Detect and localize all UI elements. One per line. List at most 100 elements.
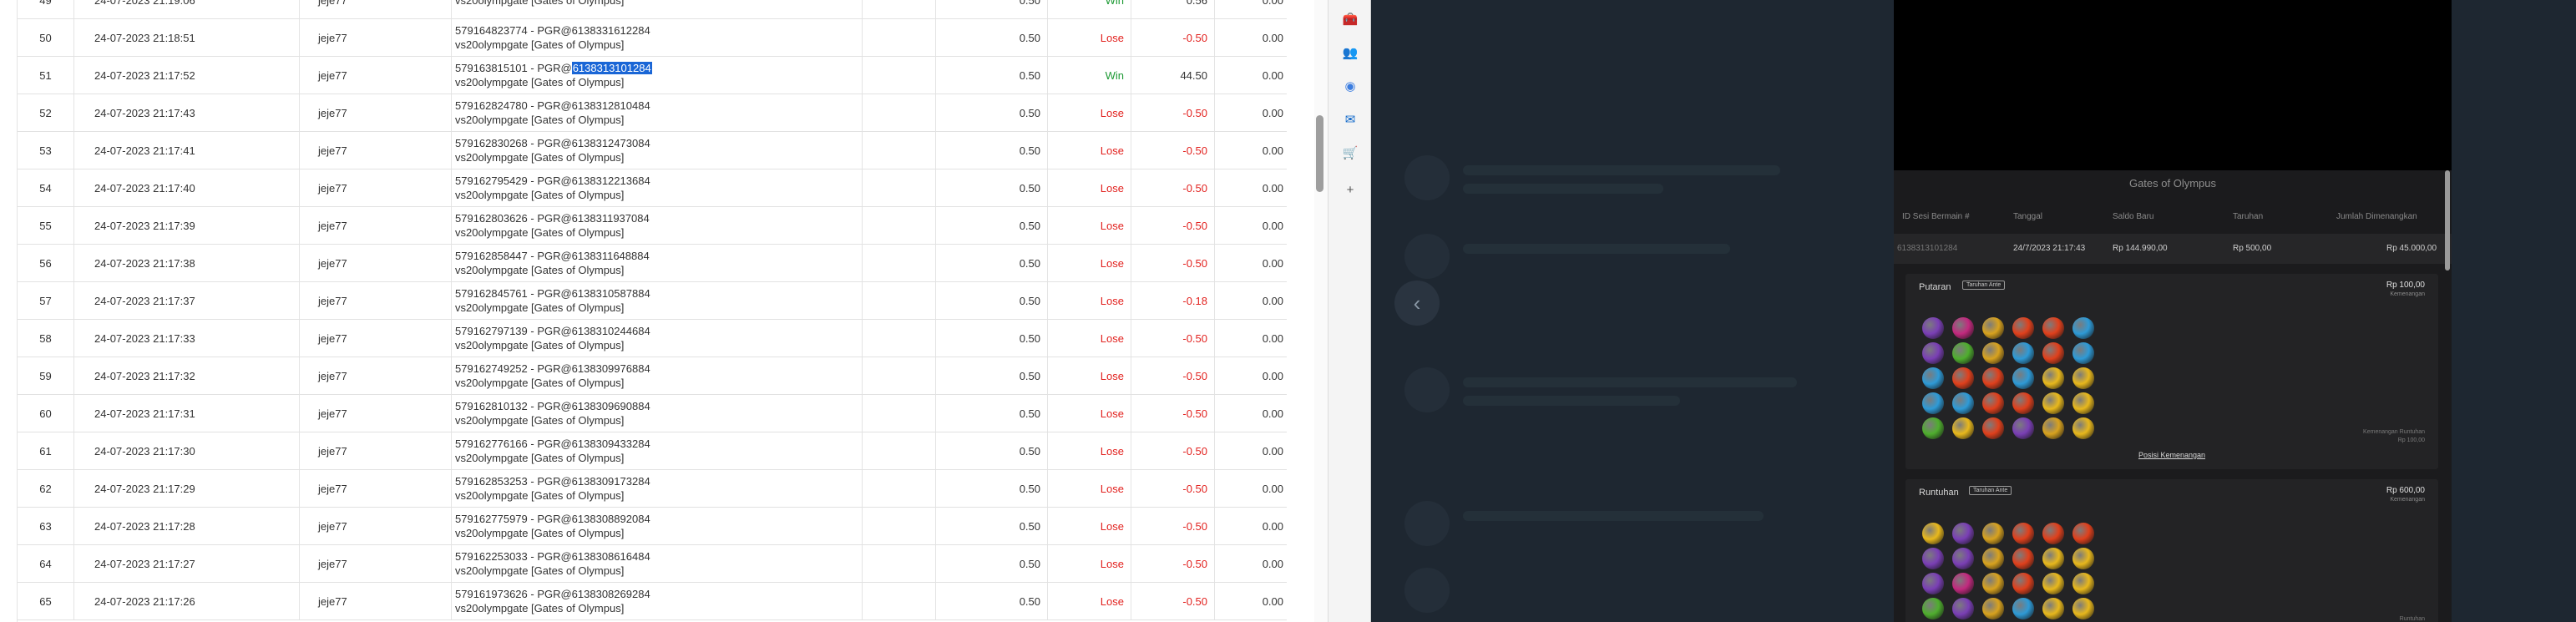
symbol-gem	[2072, 523, 2094, 544]
selected-text[interactable]: 6138313101284	[571, 62, 652, 74]
spin-section: Putaran Taruhan Ante Rp 100,00 Kemenanga…	[1905, 274, 2438, 469]
table-row[interactable]: 56 24-07-2023 21:17:38 jeje77 579162858447 …	[18, 245, 1287, 282]
row-amount: -0.50	[1131, 545, 1215, 582]
row-amount: -0.50	[1131, 207, 1215, 244]
symbol-gem	[1982, 367, 2004, 389]
row-bet: 0.50	[936, 583, 1048, 619]
row-username: jeje77	[300, 395, 452, 432]
row-date: 24-07-2023 21:17:52	[74, 57, 300, 94]
symbol-gem	[1922, 317, 1944, 339]
row-username: jeje77	[300, 545, 452, 582]
browser-sidebar: 🧰 👥 ◉ ✉ 🛒 +	[1328, 0, 1371, 622]
symbol-gem	[2012, 417, 2034, 439]
table-row[interactable]: 50 24-07-2023 21:18:51 jeje77 579164823774 …	[18, 19, 1287, 57]
row-bet: 0.50	[936, 57, 1048, 94]
row-username: jeje77	[300, 94, 452, 131]
game-name: vs20olympgate [Gates of Olympus]	[455, 264, 625, 276]
row-result: Lose	[1048, 545, 1131, 582]
row-balance: 0.00	[1262, 519, 1283, 533]
game-name: vs20olympgate [Gates of Olympus]	[455, 414, 625, 427]
table-row[interactable]: 64 24-07-2023 21:17:27 jeje77 579162253033 …	[18, 545, 1287, 583]
row-result: Win	[1048, 57, 1131, 94]
symbol-gem	[2072, 342, 2094, 364]
symbol-gem	[1982, 392, 2004, 414]
winning-positions-link[interactable]: Posisi Kemenangan	[1905, 451, 2438, 459]
outlook-icon[interactable]: ✉	[1339, 109, 1361, 130]
row-empty-cell	[863, 395, 936, 432]
back-button[interactable]: ‹	[1394, 281, 1440, 326]
row-empty-cell	[863, 94, 936, 131]
table-row[interactable]: 59 24-07-2023 21:17:32 jeje77 579162749252 …	[18, 357, 1287, 395]
game-name: vs20olympgate [Gates of Olympus]	[455, 489, 625, 502]
row-bet: 0.50	[936, 19, 1048, 56]
teams-icon[interactable]: 👥	[1339, 42, 1361, 63]
row-number: 50	[18, 19, 74, 56]
scrollbar-thumb[interactable]	[1316, 115, 1323, 192]
row-empty-cell	[863, 245, 936, 281]
row-bet: 0.50	[936, 395, 1048, 432]
table-row[interactable]: 51 24-07-2023 21:17:52 jeje77 579163815101 …	[18, 57, 1287, 94]
row-balance: 0.00	[1262, 369, 1283, 382]
game-name: vs20olympgate [Gates of Olympus]	[455, 602, 625, 614]
row-bet: 0.50	[936, 357, 1048, 394]
table-row[interactable]: 52 24-07-2023 21:17:43 jeje77 579162824780 …	[18, 94, 1287, 132]
table-row[interactable]: 63 24-07-2023 21:17:28 jeje77 579162775979 …	[18, 508, 1287, 545]
history-header: Jumlah Dimenangkan	[2336, 212, 2417, 221]
row-balance: 0.00	[1262, 219, 1283, 232]
row-date: 24-07-2023 21:19:06	[74, 0, 300, 18]
scrollbar-track[interactable]	[1314, 0, 1328, 622]
row-bet: 0.50	[936, 132, 1048, 169]
symbol-gem	[1922, 367, 1944, 389]
row-transaction: 579163815101 - PGR@6138313101284 vs20olym…	[452, 57, 863, 94]
table-row[interactable]: 62 24-07-2023 21:17:29 jeje77 579162853253 …	[18, 470, 1287, 508]
table-row[interactable]: 49 24-07-2023 21:19:06 jeje77 vs20olympgate…	[18, 0, 1287, 19]
row-transaction: 579162797139 - PGR@6138310244684 vs20olym…	[452, 320, 863, 357]
shopping-icon[interactable]: 🛒	[1339, 142, 1361, 164]
table-row[interactable]: 54 24-07-2023 21:17:40 jeje77 579162795429 …	[18, 169, 1287, 207]
table-row[interactable]: 55 24-07-2023 21:17:39 jeje77 579162803626 …	[18, 207, 1287, 245]
game-name: vs20olympgate [Gates of Olympus]	[455, 452, 625, 464]
copilot-icon[interactable]: ◉	[1339, 75, 1361, 97]
symbol-gem	[2042, 342, 2064, 364]
table-row[interactable]: 58 24-07-2023 21:17:33 jeje77 579162797139 …	[18, 320, 1287, 357]
add-icon[interactable]: +	[1339, 179, 1361, 200]
row-date: 24-07-2023 21:17:43	[74, 94, 300, 131]
row-transaction: 579162830268 - PGR@6138312473084 vs20olym…	[452, 132, 863, 169]
row-date: 24-07-2023 21:17:26	[74, 583, 300, 619]
transaction-ref: 579162824780 - PGR@6138312810484	[455, 99, 650, 112]
toolbox-icon[interactable]: 🧰	[1339, 8, 1361, 30]
transaction-ref: 579162830268 - PGR@6138312473084	[455, 137, 650, 149]
backdrop-shape	[1463, 244, 1730, 254]
section-title: Runtuhan	[1919, 488, 1959, 498]
row-balance: 0.00	[1262, 31, 1283, 44]
history-header: Tanggal	[2013, 212, 2043, 221]
table-row[interactable]: 53 24-07-2023 21:17:41 jeje77 579162830268 …	[18, 132, 1287, 169]
transaction-ref: 579162803626 - PGR@6138311937084	[455, 212, 650, 225]
symbol-gem	[1922, 598, 1944, 619]
row-result: Lose	[1048, 320, 1131, 357]
table-row[interactable]: 65 24-07-2023 21:17:26 jeje77 579161973626 …	[18, 583, 1287, 620]
row-empty-cell	[863, 57, 936, 94]
table-row[interactable]: 61 24-07-2023 21:17:30 jeje77 579162776166 …	[18, 432, 1287, 470]
history-scrollbar[interactable]	[2445, 170, 2450, 271]
backdrop-shape	[1463, 184, 1663, 194]
history-row[interactable]: 6138313101284 24/7/2023 21:17:43 Rp 144.…	[1894, 234, 2452, 264]
row-date: 24-07-2023 21:17:31	[74, 395, 300, 432]
row-empty-cell	[863, 207, 936, 244]
table-row[interactable]: 60 24-07-2023 21:17:31 jeje77 579162810132 …	[18, 395, 1287, 432]
row-transaction: 579162253033 - PGR@6138308616484 vs20olym…	[452, 545, 863, 582]
row-amount: -0.50	[1131, 432, 1215, 469]
row-empty-cell	[863, 357, 936, 394]
row-bet: 0.50	[936, 169, 1048, 206]
row-result: Lose	[1048, 169, 1131, 206]
history-header: Taruhan	[2233, 212, 2264, 221]
row-bet: 0.50	[936, 94, 1048, 131]
row-empty-cell	[863, 545, 936, 582]
table-row[interactable]: 57 24-07-2023 21:17:37 jeje77 579162845761 …	[18, 282, 1287, 320]
row-bet: 0.50	[936, 320, 1048, 357]
transaction-ref: 579161973626 - PGR@6138308269284	[455, 588, 650, 600]
row-result: Lose	[1048, 395, 1131, 432]
row-number: 61	[18, 432, 74, 469]
symbol-gem	[1982, 417, 2004, 439]
section-subtitle: Kemenangan	[2390, 497, 2425, 503]
